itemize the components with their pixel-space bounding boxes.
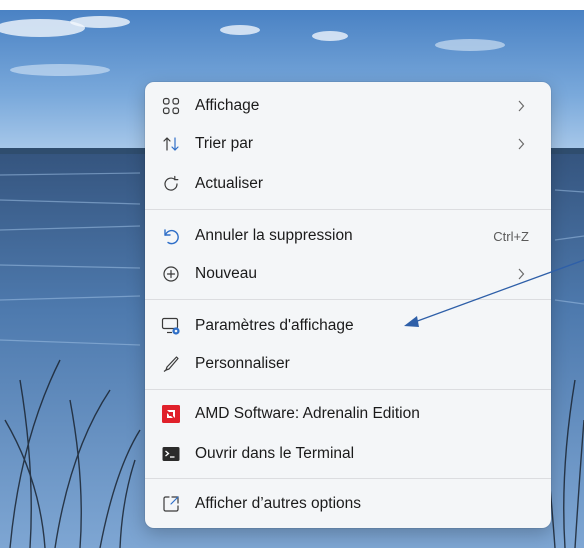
- desktop-context-menu: Affichage Trier par Actualiser Annuler l…: [145, 82, 551, 528]
- chevron-right-icon: [515, 265, 527, 283]
- menu-item-label: Personnaliser: [195, 355, 290, 372]
- menu-item-trier-par[interactable]: Trier par: [149, 126, 547, 162]
- terminal-icon: [161, 444, 181, 464]
- menu-item-label: Afficher d’autres options: [195, 495, 362, 512]
- menu-item-amd-software[interactable]: AMD Software: Adrenalin Edition: [149, 396, 547, 432]
- menu-item-actualiser[interactable]: Actualiser: [149, 166, 547, 202]
- undo-icon: [161, 226, 181, 246]
- menu-item-label: Ouvrir dans le Terminal: [195, 445, 355, 462]
- menu-item-more-options[interactable]: Afficher d’autres options: [149, 486, 547, 522]
- menu-item-label: Nouveau: [195, 265, 258, 282]
- menu-separator: [145, 389, 551, 390]
- menu-item-parametres-affichage[interactable]: Paramètres d'affichage: [149, 308, 547, 344]
- menu-separator: [145, 478, 551, 479]
- menu-item-affichage[interactable]: Affichage: [149, 88, 547, 124]
- menu-separator: [145, 209, 551, 210]
- shortcut-label: Ctrl+Z: [493, 228, 529, 244]
- amd-logo-icon: [161, 404, 181, 424]
- display-settings-icon: [161, 316, 181, 336]
- view-grid-icon: [161, 96, 181, 116]
- menu-item-personnaliser[interactable]: Personnaliser: [149, 346, 547, 382]
- menu-item-annuler-suppression[interactable]: Annuler la suppression Ctrl+Z: [149, 218, 547, 254]
- refresh-icon: [161, 174, 181, 194]
- menu-item-label: AMD Software: Adrenalin Edition: [195, 405, 420, 422]
- menu-item-label: Annuler la suppression: [195, 227, 353, 244]
- menu-item-nouveau[interactable]: Nouveau: [149, 256, 547, 292]
- chevron-right-icon: [515, 97, 527, 115]
- pen-brush-icon: [161, 354, 181, 374]
- new-plus-icon: [161, 264, 181, 284]
- menu-item-label: Affichage: [195, 97, 260, 114]
- menu-item-terminal[interactable]: Ouvrir dans le Terminal: [149, 436, 547, 472]
- chevron-right-icon: [515, 135, 527, 153]
- sort-icon: [161, 134, 181, 154]
- menu-item-label: Actualiser: [195, 175, 264, 192]
- menu-separator: [145, 299, 551, 300]
- menu-item-label: Trier par: [195, 135, 253, 152]
- menu-item-label: Paramètres d'affichage: [195, 317, 354, 334]
- more-options-icon: [161, 494, 181, 514]
